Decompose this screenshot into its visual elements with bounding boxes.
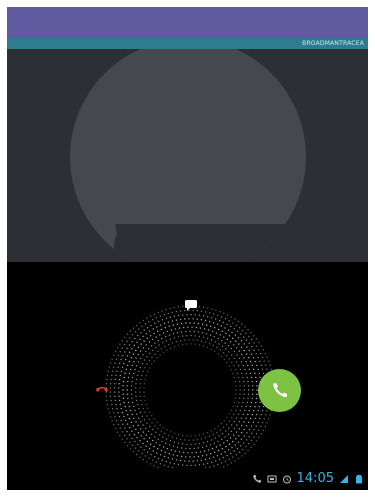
default-avatar-icon <box>70 49 306 262</box>
signal-icon <box>340 475 348 483</box>
message-icon <box>185 300 197 311</box>
decline-call-icon <box>96 387 108 392</box>
screenshot-icon <box>267 475 277 483</box>
caller-id-text: BROADMANTRACEA <box>302 40 364 47</box>
battery-icon <box>356 475 362 484</box>
status-time: 14:05 <box>296 471 334 486</box>
app-top-bar <box>7 7 368 38</box>
phone-icon <box>252 475 261 483</box>
incoming-call-screen: BROADMANTRACEA 14:05 <box>7 7 368 490</box>
answer-call-icon <box>273 383 287 398</box>
status-bar: 14:05 <box>7 468 368 490</box>
decline-call-target[interactable] <box>92 380 112 400</box>
contact-photo-area <box>7 49 368 262</box>
glow-pad-area: 14:05 <box>7 262 368 490</box>
caller-info-strip: BROADMANTRACEA <box>7 38 368 49</box>
answer-call-button[interactable] <box>258 369 301 412</box>
glow-pad-ring <box>105 305 275 468</box>
alarm-icon <box>282 475 291 484</box>
message-target[interactable] <box>184 296 198 311</box>
glow-pad-dots <box>105 305 275 468</box>
